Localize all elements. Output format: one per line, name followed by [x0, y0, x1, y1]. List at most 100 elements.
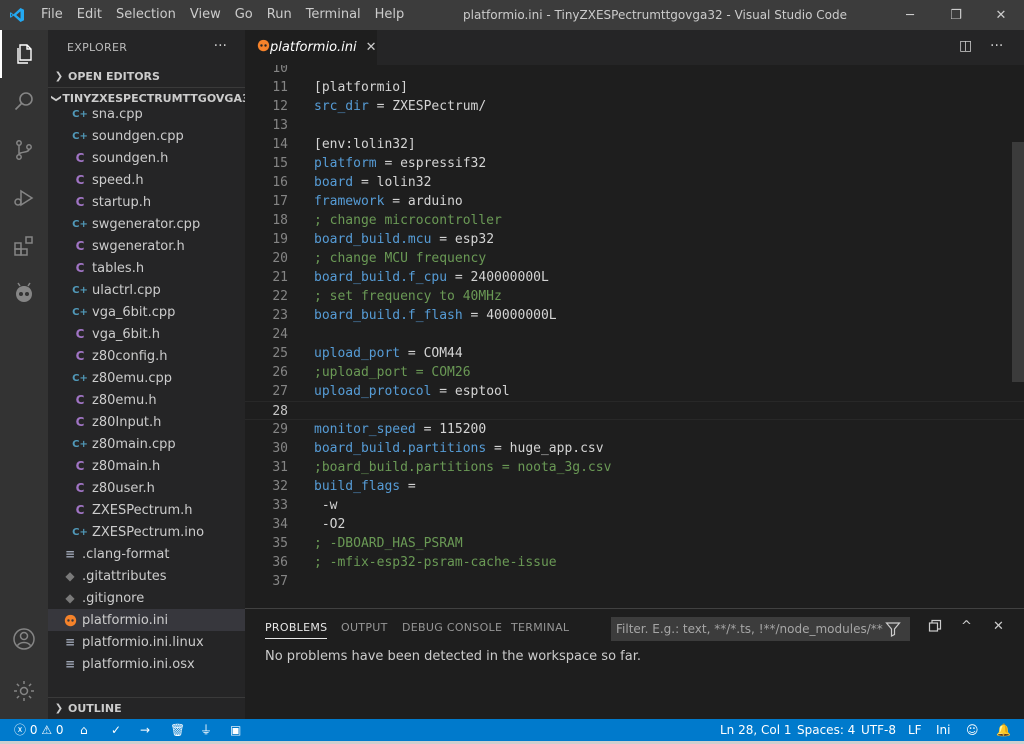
code-line[interactable]: 23 board_build.f_flash = 40000000L: [245, 306, 1024, 325]
indentation-status[interactable]: Spaces: 4: [797, 719, 855, 741]
code-line[interactable]: 32 build_flags =: [245, 477, 1024, 496]
pio-terminal-icon[interactable]: ▣: [230, 719, 241, 741]
file-item[interactable]: Csoundgen.h: [48, 147, 245, 169]
menu-help[interactable]: Help: [368, 0, 412, 30]
code-line[interactable]: 20 ; change MCU frequency: [245, 249, 1024, 268]
code-line[interactable]: 12 src_dir = ZXESPectrum/: [245, 97, 1024, 116]
menu-go[interactable]: Go: [228, 0, 260, 30]
code-line[interactable]: 22 ; set frequency to 40MHz: [245, 287, 1024, 306]
file-item[interactable]: C+ z80main.cpp: [48, 433, 245, 455]
tab-close-icon[interactable]: ✕: [366, 40, 377, 55]
code-line[interactable]: 15 platform = espressif32: [245, 154, 1024, 173]
editor-more-icon[interactable]: ···: [990, 38, 1003, 54]
code-line[interactable]: 21 board_build.f_cpu = 240000000L: [245, 268, 1024, 287]
file-item[interactable]: ≡ platformio.ini.osx: [48, 653, 245, 675]
code-line[interactable]: 16 board = lolin32: [245, 173, 1024, 192]
code-line[interactable]: 11 [platformio]: [245, 78, 1024, 97]
file-item[interactable]: Cvga_6bit.h: [48, 323, 245, 345]
file-item[interactable]: Ctables.h: [48, 257, 245, 279]
split-editor-icon[interactable]: ◫: [959, 38, 972, 54]
file-item[interactable]: ≡ platformio.ini.linux: [48, 631, 245, 653]
search-icon[interactable]: [0, 78, 48, 126]
tab-terminal[interactable]: TERMINAL: [511, 621, 569, 634]
settings-gear-icon[interactable]: [0, 667, 48, 715]
code-line[interactable]: 18 ; change microcontroller: [245, 211, 1024, 230]
tab-problems[interactable]: PROBLEMS: [265, 621, 328, 639]
explorer-icon[interactable]: [0, 30, 48, 78]
file-item[interactable]: Cswgenerator.h: [48, 235, 245, 257]
file-item[interactable]: C+ ZXESPectrum.ino: [48, 521, 245, 543]
tab-platformio-ini[interactable]: platformio.ini ✕: [245, 30, 377, 65]
file-item[interactable]: ≡ .clang-format: [48, 543, 245, 565]
file-item[interactable]: C+ vga_6bit.cpp: [48, 301, 245, 323]
tab-output[interactable]: OUTPUT: [341, 621, 388, 634]
code-line[interactable]: 26 ;upload_port = COM26: [245, 363, 1024, 382]
encoding-status[interactable]: UTF-8: [861, 719, 896, 741]
menu-terminal[interactable]: Terminal: [299, 0, 368, 30]
eol-status[interactable]: LF: [908, 719, 922, 741]
code-line[interactable]: 27 upload_protocol = esptool: [245, 382, 1024, 401]
maximize-panel-icon[interactable]: ^: [961, 619, 972, 634]
menu-file[interactable]: File: [34, 0, 70, 30]
notifications-bell-icon[interactable]: 🔔: [996, 719, 1011, 741]
file-item[interactable]: ◆ .gitignore: [48, 587, 245, 609]
file-item[interactable]: Cspeed.h: [48, 169, 245, 191]
feedback-icon[interactable]: ☺: [966, 719, 979, 741]
code-line[interactable]: 19 board_build.mcu = esp32: [245, 230, 1024, 249]
code-line[interactable]: 36 ; -mfix-esp32-psram-cache-issue: [245, 553, 1024, 572]
file-item[interactable]: C ZXESPectrum.h: [48, 499, 245, 521]
platformio-icon[interactable]: [0, 270, 48, 318]
file-item[interactable]: Cz80emu.h: [48, 389, 245, 411]
close-panel-icon[interactable]: ✕: [993, 619, 1004, 634]
code-line[interactable]: 34 -O2: [245, 515, 1024, 534]
file-item[interactable]: platformio.ini: [48, 609, 245, 631]
menu-run[interactable]: Run: [260, 0, 299, 30]
cursor-position[interactable]: Ln 28, Col 1: [720, 719, 792, 741]
tab-debug-console[interactable]: DEBUG CONSOLE: [402, 621, 502, 634]
minimize-button[interactable]: ─: [887, 0, 933, 30]
file-item[interactable]: Cz80config.h: [48, 345, 245, 367]
editor-scrollbar[interactable]: [1012, 142, 1024, 382]
pio-clean-icon[interactable]: 🗑: [170, 719, 185, 741]
code-line[interactable]: 28: [245, 401, 1024, 420]
file-item[interactable]: C+ ulactrl.cpp: [48, 279, 245, 301]
code-line[interactable]: 24: [245, 325, 1024, 344]
close-window-button[interactable]: ✕: [978, 0, 1024, 30]
menu-view[interactable]: View: [183, 0, 228, 30]
problems-status[interactable]: ⓧ 0 ⚠ 0: [14, 719, 64, 741]
pio-build-icon[interactable]: ✓: [111, 719, 121, 741]
file-item[interactable]: Cz80main.h: [48, 455, 245, 477]
code-line[interactable]: 10: [245, 65, 1024, 78]
problems-filter-input[interactable]: Filter. E.g.: text, **/*.ts, !**/node_mo…: [611, 617, 910, 641]
menu-edit[interactable]: Edit: [70, 0, 109, 30]
file-item[interactable]: C+ sna.cpp: [48, 103, 245, 125]
maximize-button[interactable]: ❐: [933, 0, 979, 30]
code-line[interactable]: 30 board_build.partitions = huge_app.csv: [245, 439, 1024, 458]
code-line[interactable]: 37: [245, 572, 1024, 591]
run-debug-icon[interactable]: [0, 174, 48, 222]
code-editor[interactable]: 10 11 [platformio] 12 src_dir = ZXESPectrum/…: [245, 65, 1024, 608]
explorer-more-icon[interactable]: ···: [214, 38, 227, 54]
file-item[interactable]: C+ swgenerator.cpp: [48, 213, 245, 235]
restore-panel-icon[interactable]: [928, 619, 942, 637]
outline-section[interactable]: ❯ OUTLINE: [48, 697, 245, 719]
filter-icon[interactable]: [885, 621, 901, 641]
file-item[interactable]: ◆ .gitattributes: [48, 565, 245, 587]
code-line[interactable]: 13: [245, 116, 1024, 135]
open-editors-section[interactable]: ❯ OPEN EDITORS: [48, 65, 245, 87]
file-item[interactable]: Cstartup.h: [48, 191, 245, 213]
code-line[interactable]: 33 -w: [245, 496, 1024, 515]
code-line[interactable]: 35 ; -DBOARD_HAS_PSRAM: [245, 534, 1024, 553]
language-mode[interactable]: Ini: [936, 719, 950, 741]
file-item[interactable]: C+ soundgen.cpp: [48, 125, 245, 147]
file-item[interactable]: Cz80user.h: [48, 477, 245, 499]
file-item[interactable]: Cz80Input.h: [48, 411, 245, 433]
code-line[interactable]: 14 [env:lolin32]: [245, 135, 1024, 154]
code-line[interactable]: 17 framework = arduino: [245, 192, 1024, 211]
code-line[interactable]: 29 monitor_speed = 115200: [245, 420, 1024, 439]
source-control-icon[interactable]: [0, 126, 48, 174]
pio-home-icon[interactable]: ⌂: [80, 719, 88, 741]
extensions-icon[interactable]: [0, 222, 48, 270]
pio-serial-monitor-icon[interactable]: ⏚: [200, 719, 212, 741]
file-item[interactable]: C+ z80emu.cpp: [48, 367, 245, 389]
